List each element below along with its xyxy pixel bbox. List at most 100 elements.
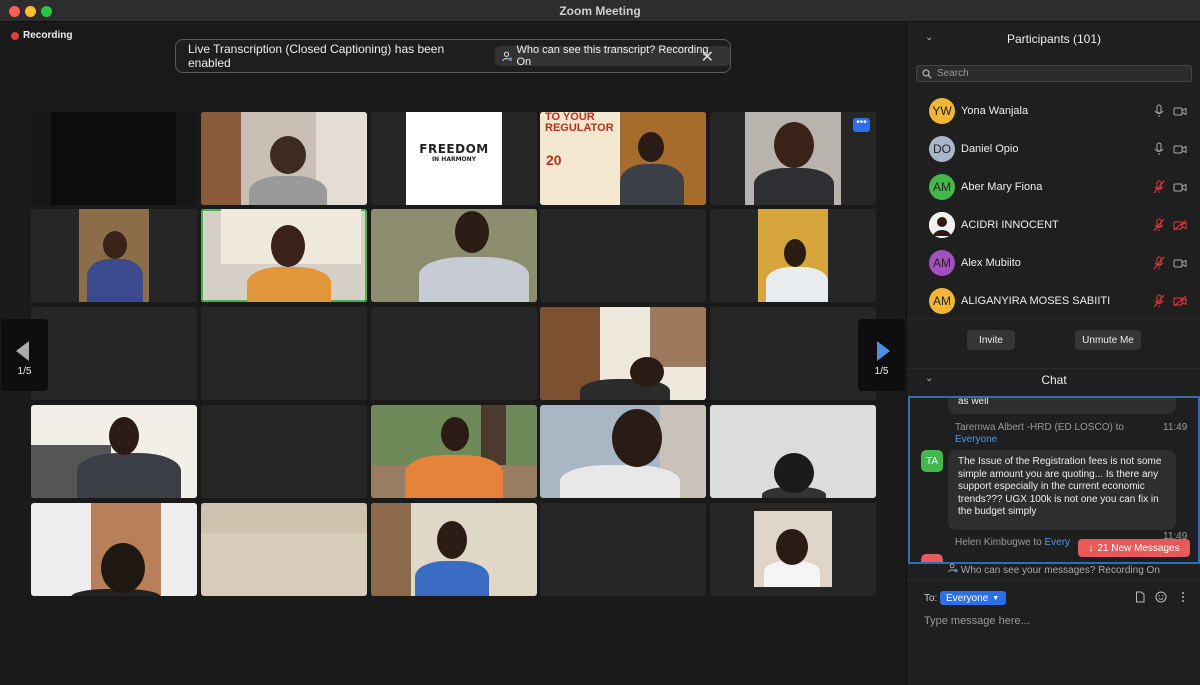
- previous-message-text: as well: [958, 396, 989, 407]
- participant-head: [103, 231, 127, 259]
- participant-video-tile[interactable]: [371, 405, 537, 498]
- participant-head: [630, 357, 664, 387]
- empty-video-tile[interactable]: [540, 209, 706, 302]
- message-recipient[interactable]: Everyone: [955, 434, 997, 445]
- mic-icon[interactable]: [1153, 142, 1165, 156]
- emoji-icon[interactable]: [1155, 591, 1167, 603]
- participant-video-tile[interactable]: [371, 209, 537, 302]
- participant-video-tile[interactable]: [201, 209, 367, 302]
- participant-body: [754, 168, 834, 205]
- new-messages-button[interactable]: ↓ 21 New Messages: [1078, 539, 1190, 557]
- avatar: AM: [929, 174, 955, 200]
- participant-video-tile[interactable]: [710, 405, 876, 498]
- empty-video-tile[interactable]: [710, 307, 876, 400]
- mic-muted-icon[interactable]: [1153, 294, 1165, 308]
- mic-icon[interactable]: [1153, 104, 1165, 118]
- ellipsis-icon[interactable]: •••: [853, 118, 870, 132]
- participant-video-tile[interactable]: [31, 405, 197, 498]
- more-icon[interactable]: [1177, 591, 1189, 603]
- camera-icon[interactable]: [1173, 105, 1187, 117]
- participant-row[interactable]: AM Aber Mary Fiona: [907, 168, 1200, 206]
- previous-page-button[interactable]: 1/5: [1, 319, 48, 391]
- participants-title: Participants (101): [1006, 32, 1102, 46]
- participant-video-tile[interactable]: [371, 503, 537, 596]
- video-tile[interactable]: [31, 112, 197, 205]
- participant-body: [415, 561, 489, 596]
- participant-body: [249, 176, 327, 205]
- transcript-visibility-button[interactable]: Who can see this transcript? Recording O…: [494, 44, 730, 68]
- mic-muted-icon[interactable]: [1153, 256, 1165, 270]
- participant-name: Yona Wanjala: [961, 105, 1029, 117]
- mic-muted-icon[interactable]: [1153, 218, 1165, 232]
- participant-body: [560, 465, 680, 498]
- participant-head: [270, 136, 306, 174]
- chat-messages[interactable]: as well Taremwa Albert -HRD (ED LOSCO) t…: [908, 396, 1200, 564]
- participant-head: [271, 225, 305, 267]
- empty-video-tile[interactable]: [540, 503, 706, 596]
- poster-video-tile[interactable]: TO YOUR REGULATOR 20: [540, 112, 706, 205]
- chevron-down-icon[interactable]: ⌄: [925, 32, 933, 43]
- camera-icon[interactable]: [1173, 143, 1187, 155]
- participant-head: [441, 417, 469, 451]
- participant-video-tile[interactable]: [31, 209, 197, 302]
- close-icon[interactable]: ✕: [701, 47, 714, 67]
- recording-label: Recording: [23, 30, 73, 41]
- camera-icon[interactable]: [1173, 181, 1187, 193]
- participant-video-tile[interactable]: [201, 112, 367, 205]
- poster-heading-line: REGULATOR: [545, 122, 614, 134]
- message-visibility-notice[interactable]: Who can see your messages? Recording On: [907, 563, 1200, 576]
- unmute-me-button[interactable]: Unmute Me: [1075, 330, 1141, 350]
- video-background: [371, 503, 411, 596]
- sender-avatar: TA: [921, 450, 943, 472]
- next-page-button[interactable]: 1/5: [858, 319, 905, 391]
- participant-body: [247, 267, 331, 302]
- message-bubble: The Issue of the Registration fees is no…: [948, 450, 1176, 530]
- participant-row[interactable]: AM ALIGANYIRA MOSES SABIITI: [907, 282, 1200, 320]
- avatar: YW: [929, 98, 955, 124]
- search-icon: [922, 68, 932, 79]
- chevron-down-icon[interactable]: ⌄: [925, 373, 933, 384]
- participant-head: [776, 529, 808, 565]
- participant-row[interactable]: YW Yona Wanjala: [907, 92, 1200, 130]
- freedom-logo: FREEDOM IN HARMONY: [406, 142, 502, 163]
- window-title: Zoom Meeting: [559, 4, 641, 18]
- empty-video-tile[interactable]: [31, 307, 197, 400]
- participant-video-tile[interactable]: [710, 503, 876, 596]
- arrow-down-icon: ↓: [1088, 542, 1094, 554]
- file-icon[interactable]: [1134, 591, 1146, 603]
- participant-video-tile[interactable]: [31, 503, 197, 596]
- arrow-left-icon: [16, 341, 29, 361]
- mic-muted-icon[interactable]: [1153, 180, 1165, 194]
- chat-message-input[interactable]: [924, 615, 1184, 627]
- participant-video-tile[interactable]: •••: [710, 112, 876, 205]
- participant-row[interactable]: AM Alex Mubiito: [907, 244, 1200, 282]
- participant-name: ACIDRI INNOCENT: [961, 219, 1059, 231]
- participant-video-tile[interactable]: [201, 503, 367, 596]
- participant-row[interactable]: ACIDRI INNOCENT: [907, 206, 1200, 244]
- empty-video-tile[interactable]: [371, 307, 537, 400]
- camera-off-icon[interactable]: [1173, 295, 1187, 307]
- participant-head: [101, 543, 145, 593]
- message-sender: Taremwa Albert -HRD (ED LOSCO) to Everyo…: [955, 422, 1125, 446]
- recipient-select[interactable]: Everyone ▼: [940, 591, 1006, 605]
- participant-head: [774, 453, 814, 493]
- camera-off-icon[interactable]: [1173, 219, 1187, 231]
- participant-video-tile[interactable]: [710, 209, 876, 302]
- page-indicator-right: 1/5: [874, 366, 889, 377]
- empty-video-tile[interactable]: [201, 307, 367, 400]
- participant-search-input[interactable]: Search: [916, 65, 1192, 82]
- empty-video-tile[interactable]: [201, 405, 367, 498]
- message-recipient[interactable]: Every: [1045, 537, 1071, 548]
- participant-body: [405, 455, 503, 498]
- participant-video-tile[interactable]: [540, 307, 706, 400]
- participant-video-tile[interactable]: [540, 405, 706, 498]
- caret-down-icon: ▼: [992, 594, 1000, 602]
- recording-indicator[interactable]: Recording: [11, 30, 72, 41]
- invite-button[interactable]: Invite: [967, 330, 1015, 350]
- participant-head: [784, 239, 806, 267]
- previous-message-bubble: as well: [948, 396, 1176, 414]
- participant-row[interactable]: DO Daniel Opio: [907, 130, 1200, 168]
- camera-icon[interactable]: [1173, 257, 1187, 269]
- logo-video-tile[interactable]: FREEDOM IN HARMONY: [371, 112, 537, 205]
- participant-body: [77, 453, 181, 498]
